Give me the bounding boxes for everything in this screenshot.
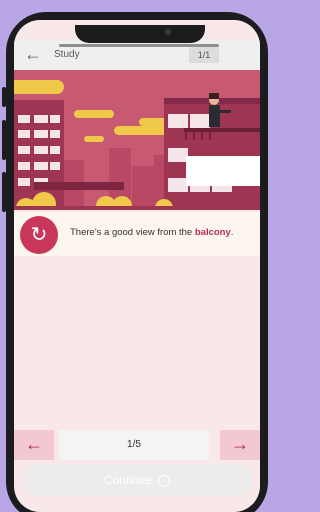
next-button[interactable]: →: [220, 430, 260, 460]
person-body: [209, 105, 220, 127]
scene-window: [50, 130, 60, 138]
scene-window: [34, 162, 48, 170]
scene-window: [34, 146, 48, 154]
person-hair: [209, 93, 219, 99]
scene-window: [34, 130, 48, 138]
circle-arrow-right-icon: ›: [158, 474, 171, 487]
scene-window: [168, 148, 188, 162]
scene-cloud: [74, 110, 114, 118]
page-indicator: 1/5: [59, 430, 209, 460]
volume-down-button: [2, 172, 6, 212]
scene-fence: [34, 182, 124, 190]
scene-window: [50, 115, 60, 123]
scene-white-panel: [186, 156, 260, 186]
prev-button[interactable]: ←: [14, 430, 54, 460]
back-button[interactable]: ←: [24, 42, 44, 66]
header-bar: ← Study 1/1: [14, 40, 260, 70]
balcony-slab: [184, 128, 260, 132]
scene-window: [18, 162, 30, 170]
sentence-text: There's a good view from the: [70, 227, 195, 238]
scene-window: [50, 162, 60, 170]
scene-window: [18, 130, 30, 138]
camera-icon: [165, 29, 171, 35]
scene-window: [168, 114, 188, 128]
scene-window: [50, 146, 60, 154]
replay-audio-button[interactable]: ↻: [20, 216, 58, 254]
arrow-left-icon: ←: [24, 44, 42, 64]
scene-window: [168, 178, 188, 192]
app-screen: ← Study 1/1 ↻ There's a good view from t…: [14, 20, 260, 512]
card-counter: 1/1: [189, 47, 219, 63]
example-sentence: There's a good view from the balcony.: [70, 227, 233, 238]
sentence-card: ↻ There's a good view from the balcony.: [14, 212, 260, 256]
scene-skyline: [132, 166, 154, 210]
arrow-left-icon: ←: [25, 434, 43, 454]
scene-window: [190, 114, 210, 128]
page-title: Study: [54, 49, 80, 60]
scene-ground: [14, 206, 260, 210]
mute-button: [2, 87, 6, 107]
replay-icon: ↻: [30, 224, 48, 246]
scene-window: [34, 115, 48, 123]
phone-notch: [75, 25, 205, 43]
pager: ← 1/5 →: [14, 430, 260, 460]
continue-label: Continue: [103, 473, 153, 487]
volume-up-button: [2, 120, 6, 160]
scene-cloud: [14, 80, 64, 94]
person-arm: [219, 110, 231, 113]
sentence-end: .: [230, 227, 234, 238]
scene-cloud: [84, 136, 104, 142]
continue-button[interactable]: Continue ›: [22, 464, 252, 496]
arrow-right-icon: →: [231, 434, 249, 454]
scene-window: [18, 178, 30, 186]
scene-window: [18, 115, 30, 123]
scene-window: [18, 146, 30, 154]
keyword: balcony: [194, 227, 231, 238]
lesson-illustration: [14, 70, 260, 210]
